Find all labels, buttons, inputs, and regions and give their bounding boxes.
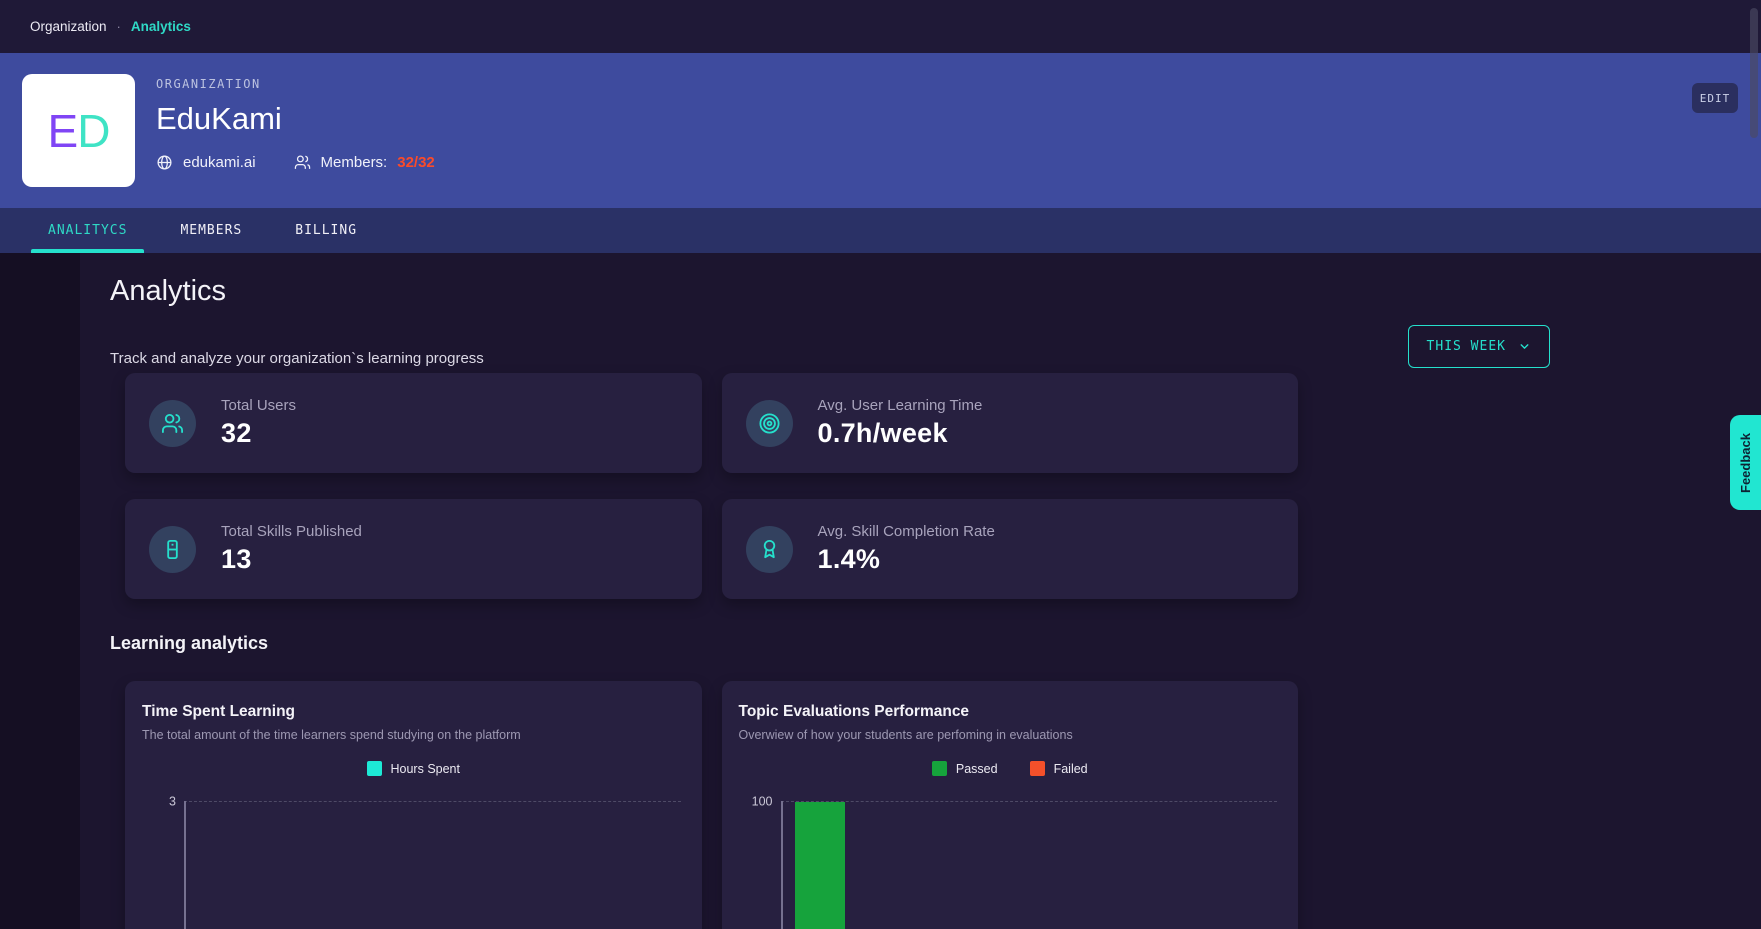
stat-label: Total Users <box>221 397 297 414</box>
organization-website[interactable]: edukami.ai <box>183 154 256 171</box>
stat-value: 13 <box>221 544 252 574</box>
organization-eyebrow: ORGANIZATION <box>156 77 261 91</box>
bar-passed <box>794 802 845 929</box>
tab-analytics[interactable]: ANALITYCS <box>31 208 145 253</box>
globe-icon <box>156 154 173 171</box>
chart-legend: Passed Failed <box>739 761 1282 776</box>
stat-label: Total Skills Published <box>221 523 362 540</box>
y-axis-line <box>184 801 186 929</box>
members-count: 32/32 <box>397 154 435 171</box>
stats-grid: Total Users 32 Avg. User Learning Time 0… <box>125 373 1298 599</box>
organization-logo: ED <box>22 74 135 187</box>
page-subtitle: Track and analyze your organization`s le… <box>110 350 484 367</box>
award-icon <box>745 525 793 573</box>
charts-grid: Time Spent Learning The total amount of … <box>125 681 1298 929</box>
members-label: Members: <box>320 154 388 171</box>
members-icon <box>294 154 311 171</box>
chevron-down-icon <box>1518 340 1531 353</box>
learning-analytics-section-title: Learning analytics <box>110 633 269 653</box>
y-axis-tick: 3 <box>169 794 176 809</box>
stat-value: 0.7h/week <box>817 418 948 448</box>
breadcrumb-analytics[interactable]: Analytics <box>131 19 191 34</box>
chart-subtitle: Overwiew of how your students are perfom… <box>738 728 1073 742</box>
organization-header: ED ORGANIZATION EduKami edukami.ai Membe… <box>0 53 1761 208</box>
tab-billing[interactable]: BILLING <box>278 208 374 253</box>
stat-card-completion-rate: Avg. Skill Completion Rate 1.4% <box>721 499 1298 599</box>
tabs-bar: ANALITYCS MEMBERS BILLING <box>0 208 1761 253</box>
period-selector-label: THIS WEEK <box>1426 339 1506 354</box>
legend-swatch <box>931 761 947 776</box>
y-axis-tick: 100 <box>751 794 773 809</box>
logo-letter-e: E <box>47 104 79 157</box>
legend-label: Passed <box>955 761 998 776</box>
stat-card-avg-learning-time: Avg. User Learning Time 0.7h/week <box>721 373 1298 473</box>
breadcrumb-organization[interactable]: Organization <box>30 19 107 34</box>
legend-item-failed: Failed <box>1029 761 1088 776</box>
stat-card-total-users: Total Users 32 <box>125 373 702 473</box>
feedback-button[interactable]: Feedback <box>1730 415 1761 510</box>
legend-swatch <box>366 761 382 776</box>
stat-card-total-skills: Total Skills Published 13 <box>125 499 702 599</box>
legend-label: Hours Spent <box>390 761 460 776</box>
legend-item-passed: Passed <box>931 761 998 776</box>
logo-letter-d: D <box>77 104 110 157</box>
chart-title: Topic Evaluations Performance <box>738 703 970 720</box>
legend-label: Failed <box>1053 761 1088 776</box>
chart-card-time-spent: Time Spent Learning The total amount of … <box>125 681 702 929</box>
page-title: Analytics <box>110 275 227 307</box>
feedback-label: Feedback <box>1738 432 1753 493</box>
stat-label: Avg. Skill Completion Rate <box>817 523 995 540</box>
chart-plot-area: 100 <box>752 794 1277 929</box>
book-icon <box>149 525 196 573</box>
tab-members[interactable]: MEMBERS <box>163 208 259 253</box>
breadcrumb-separator: · <box>116 19 121 34</box>
chart-plot-area: 3 <box>169 794 681 929</box>
chart-card-evaluations: Topic Evaluations Performance Overwiew o… <box>721 681 1298 929</box>
stat-value: 1.4% <box>817 544 881 574</box>
legend-item-hours-spent: Hours Spent <box>366 761 460 776</box>
legend-swatch <box>1029 761 1045 776</box>
y-axis-line <box>780 801 783 929</box>
target-icon <box>745 399 793 447</box>
edit-button[interactable]: EDIT <box>1692 83 1738 113</box>
period-selector-button[interactable]: THIS WEEK <box>1407 325 1550 368</box>
chart-legend: Hours Spent <box>142 761 685 776</box>
main-content: Analytics Track and analyze your organiz… <box>0 253 1761 929</box>
scrollbar-thumb[interactable] <box>1750 8 1758 138</box>
breadcrumb: Organization · Analytics <box>0 0 1761 53</box>
users-icon <box>149 399 196 447</box>
organization-name: EduKami <box>156 101 282 136</box>
stat-value: 32 <box>221 418 252 448</box>
chart-title: Time Spent Learning <box>142 703 296 720</box>
chart-subtitle: The total amount of the time learners sp… <box>142 728 521 742</box>
stat-label: Avg. User Learning Time <box>817 397 983 414</box>
